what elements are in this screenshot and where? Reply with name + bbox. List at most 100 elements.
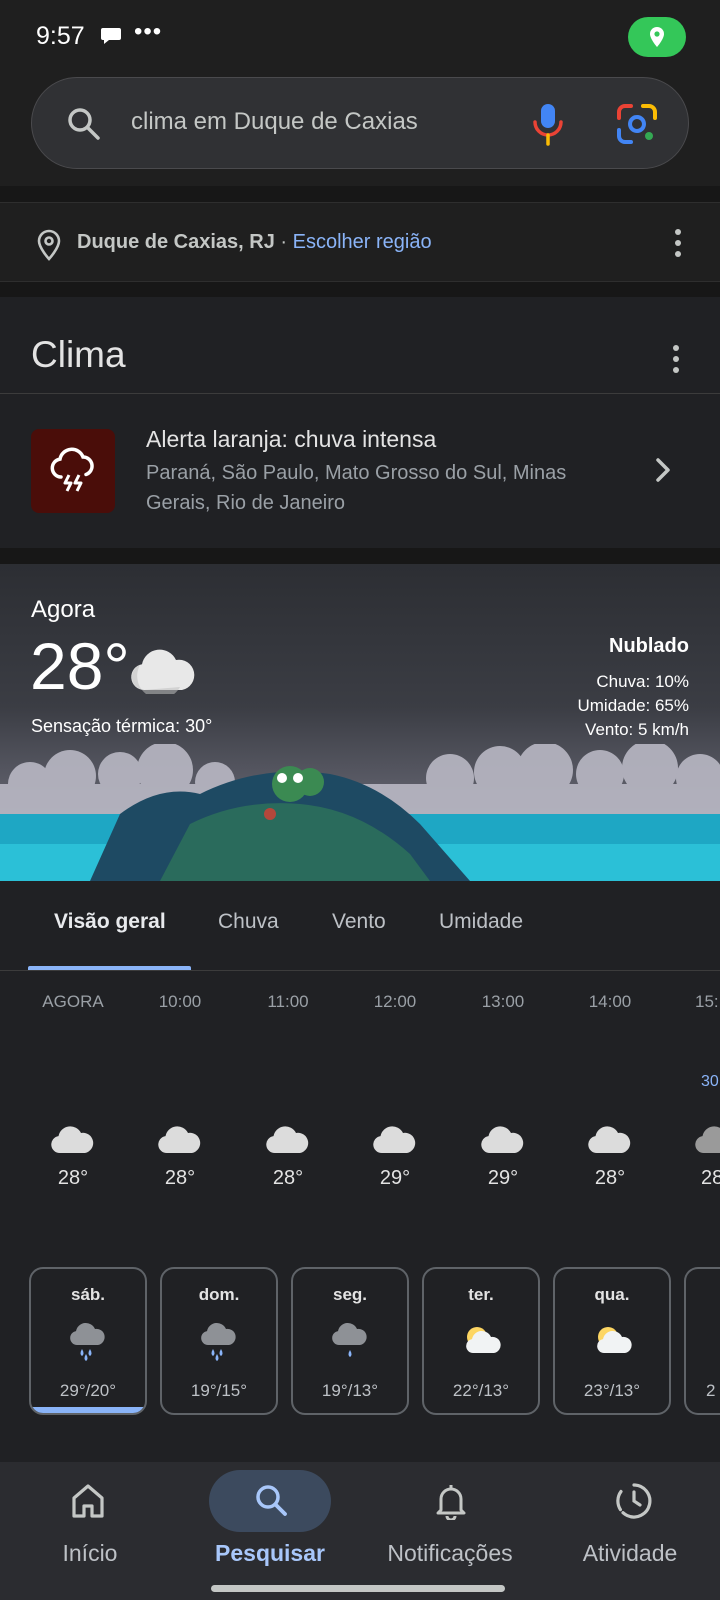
current-weather-hero: Agora 28° Sensação térmica: 30° Nublado … xyxy=(0,564,720,881)
weather-card: Clima Alerta laranja: chuva intensa Para… xyxy=(0,297,720,1462)
cloud-icon xyxy=(131,649,195,694)
hour-label: 12:00 xyxy=(373,992,417,1011)
cloud-icon xyxy=(373,1126,416,1154)
hour-label: 10:00 xyxy=(158,992,202,1011)
day-card[interactable]: 2 xyxy=(684,1267,720,1415)
status-overflow-dots: ••• xyxy=(134,18,163,45)
hour-label: 13:00 xyxy=(481,992,525,1011)
rain-cloud-icon xyxy=(70,1322,105,1361)
day-temperature: 23°/13° xyxy=(583,1381,641,1400)
hour-column: 15: xyxy=(663,992,720,1014)
nav-label: Pesquisar xyxy=(215,1540,325,1566)
drizzle-cloud-icon xyxy=(332,1322,367,1357)
wind-speed: Vento: 5 km/h xyxy=(585,720,689,739)
hour-column: 12:00 xyxy=(341,992,449,1014)
tab-wind[interactable]: Vento xyxy=(332,910,386,934)
hour-column: 14:00 xyxy=(556,992,664,1014)
alert-title: Alerta laranja: chuva intensa xyxy=(146,426,437,452)
day-card[interactable]: dom. 19°/15° xyxy=(160,1267,278,1415)
nav-home[interactable]: Início xyxy=(0,1462,180,1600)
hour-label: 15: xyxy=(695,992,719,1011)
location-separator: · xyxy=(274,231,293,253)
hour-column: 11:00 xyxy=(234,992,342,1014)
tab-overview[interactable]: Visão geral xyxy=(54,910,166,934)
partly-cloudy-icon xyxy=(466,1327,501,1353)
hour-column: 10:00 xyxy=(126,992,234,1014)
home-icon xyxy=(72,1484,104,1518)
status-bar: 9:57 ••• xyxy=(0,0,720,72)
day-card[interactable]: ter. 22°/13° xyxy=(422,1267,540,1415)
hour-label: AGORA xyxy=(42,992,104,1011)
weather-alert[interactable]: Alerta laranja: chuva intensa Paraná, Sã… xyxy=(0,394,720,548)
cloud-icon xyxy=(158,1126,201,1154)
search-input[interactable]: clima em Duque de Caxias xyxy=(131,108,418,136)
partly-cloudy-icon xyxy=(597,1327,632,1353)
location-name: Duque de Caxias, RJ xyxy=(77,231,275,253)
nav-label: Notificações xyxy=(387,1540,513,1566)
status-time: 9:57 xyxy=(36,22,85,50)
now-label: Agora xyxy=(31,596,96,623)
alert-regions: Paraná, São Paulo, Mato Grosso do Sul, M… xyxy=(146,462,567,514)
feels-like: Sensação térmica: 30° xyxy=(31,716,213,736)
section-gap xyxy=(0,548,720,564)
section-gap xyxy=(0,282,720,297)
hour-temperature: 28 xyxy=(701,1167,720,1189)
rain-cloud-icon xyxy=(201,1322,236,1361)
location-active-indicator xyxy=(628,17,686,57)
alert-icon-box xyxy=(31,429,115,513)
section-gap xyxy=(0,186,720,202)
hour-rain-chance: 30 xyxy=(701,1073,719,1090)
gesture-handle[interactable] xyxy=(211,1585,505,1592)
day-name: ter. xyxy=(468,1285,494,1304)
nav-activity[interactable]: Atividade xyxy=(540,1462,720,1600)
hour-temperature: 28° xyxy=(164,1167,196,1189)
day-temperature: 19°/15° xyxy=(190,1381,248,1400)
activity-icon xyxy=(616,1483,652,1519)
day-temperature: 19°/13° xyxy=(321,1381,379,1400)
hour-temperature: 29° xyxy=(379,1167,411,1189)
search-bar[interactable]: clima em Duque de Caxias xyxy=(31,77,689,169)
bottom-navigation: Início Pesquisar Notificações Atividade xyxy=(0,1462,720,1600)
search-icon xyxy=(256,1485,287,1516)
hour-temperature: 29° xyxy=(487,1167,519,1189)
hour-column: 13:00 xyxy=(449,992,557,1014)
tab-rain[interactable]: Chuva xyxy=(218,910,279,934)
day-temperature: 29°/20° xyxy=(59,1381,117,1400)
day-name: sáb. xyxy=(70,1285,106,1304)
search-icon xyxy=(68,108,100,140)
thunderstorm-icon xyxy=(50,447,94,492)
nav-notifications[interactable]: Notificações xyxy=(360,1462,540,1600)
microphone-icon[interactable] xyxy=(528,102,568,146)
nav-search[interactable]: Pesquisar xyxy=(180,1462,360,1600)
day-card[interactable]: qua. 23°/13° xyxy=(553,1267,671,1415)
day-card[interactable]: seg. 19°/13° xyxy=(291,1267,409,1415)
selected-day-indicator xyxy=(31,1407,145,1413)
tab-humidity[interactable]: Umidade xyxy=(439,910,523,934)
card-title: Clima xyxy=(31,334,126,375)
bell-icon xyxy=(436,1485,466,1520)
location-more-options-icon[interactable] xyxy=(674,229,682,257)
day-card[interactable]: sáb. 29°/20° xyxy=(29,1267,147,1415)
chevron-right-icon xyxy=(656,458,670,482)
map-pin-icon xyxy=(37,229,61,261)
nav-label: Atividade xyxy=(582,1540,678,1566)
nav-label: Início xyxy=(62,1540,118,1566)
chat-bubble-icon xyxy=(101,28,121,44)
day-name: dom. xyxy=(198,1285,240,1304)
dark-cloud-icon xyxy=(695,1126,720,1154)
cloud-icon xyxy=(588,1126,631,1154)
weather-condition: Nublado xyxy=(609,635,689,657)
google-lens-icon[interactable] xyxy=(615,102,659,146)
hour-temperature: 28° xyxy=(57,1167,89,1189)
cloud-icon xyxy=(266,1126,309,1154)
weather-tabs: Visão geral Chuva Vento Umidade xyxy=(0,881,720,971)
card-more-options-icon[interactable] xyxy=(672,345,680,373)
day-name: qua. xyxy=(594,1285,630,1304)
choose-region-link[interactable]: Escolher região xyxy=(293,231,432,253)
hour-temperature: 28° xyxy=(272,1167,304,1189)
location-pin-icon xyxy=(650,27,664,47)
location-text: Duque de Caxias, RJ · Escolher região xyxy=(77,231,432,254)
hour-label: 14:00 xyxy=(588,992,632,1011)
current-temperature: 28° xyxy=(30,629,130,703)
humidity: Umidade: 65% xyxy=(577,696,689,715)
